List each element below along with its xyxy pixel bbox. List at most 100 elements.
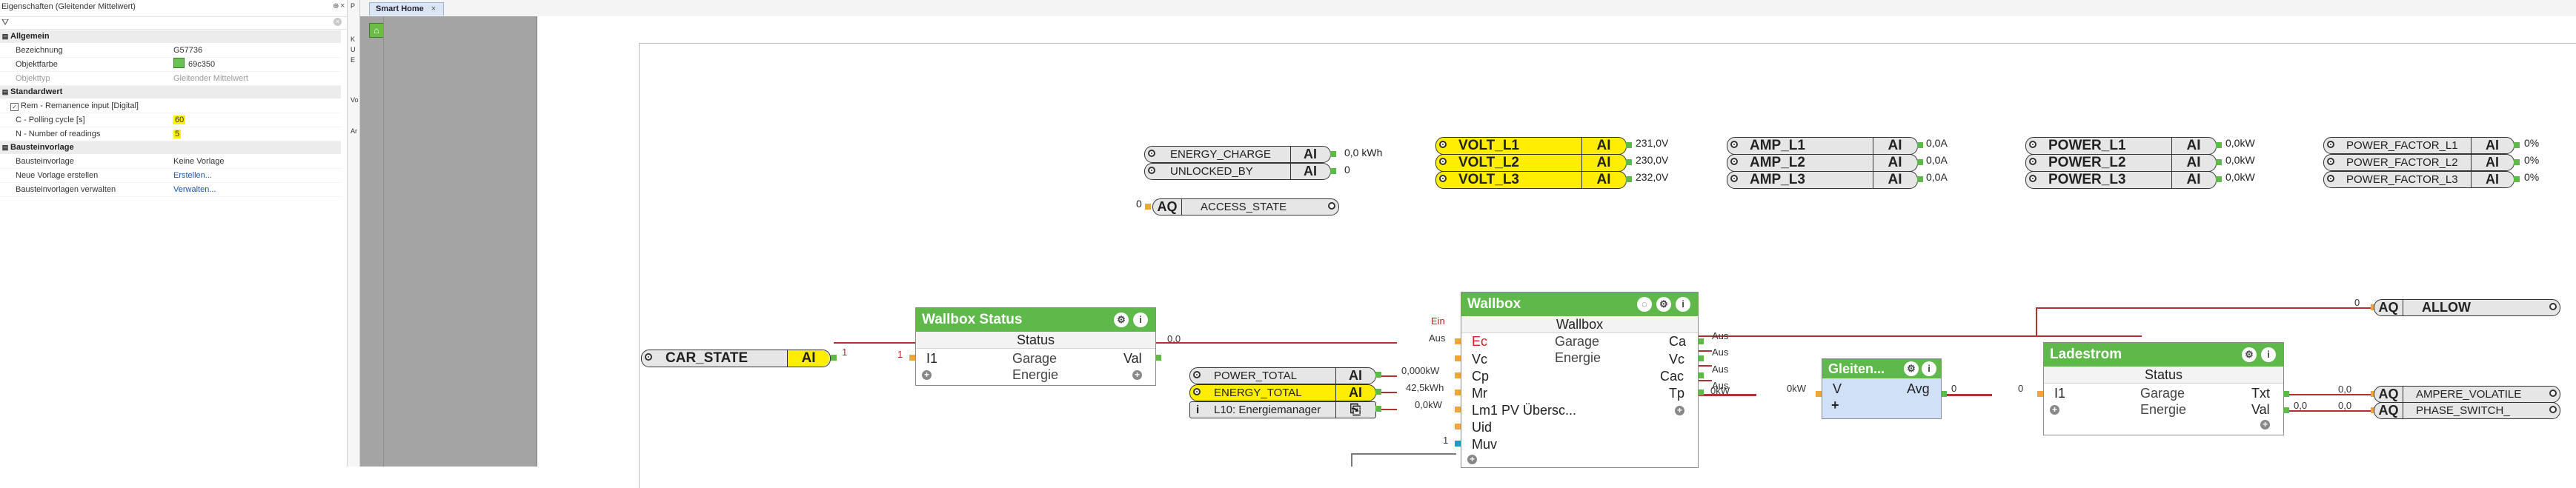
block-wallbox[interactable]: Wallbox ◌ ⚙ i Wallbox Ec Vc Cp Mr Lm1 PV…: [1461, 292, 1699, 468]
info-icon[interactable]: i: [1133, 312, 1148, 327]
input-port[interactable]: [1455, 338, 1461, 344]
output-port[interactable]: [2283, 407, 2289, 413]
output-port[interactable]: [1917, 142, 1923, 148]
output-port[interactable]: [1917, 176, 1923, 182]
strip-label[interactable]: K: [351, 36, 355, 43]
row-value[interactable]: 5: [173, 127, 182, 141]
io-amp-l3[interactable]: AMP_L3 AI: [1727, 171, 1918, 189]
output-port[interactable]: [1375, 372, 1381, 378]
input-port[interactable]: [1145, 204, 1151, 210]
output-port[interactable]: [1626, 142, 1632, 148]
io-volt-l2[interactable]: VOLT_L2 AI: [1435, 154, 1627, 172]
block-header[interactable]: Wallbox Status ⚙ i: [916, 308, 1155, 332]
clear-filter-icon[interactable]: ×: [333, 18, 342, 26]
output-port[interactable]: [1330, 168, 1336, 174]
programming-canvas[interactable]: ENERGY_CHARGE AI 0,0 kWh UNLOCKED_BY AI …: [537, 16, 2576, 488]
pin-icon[interactable]: ⊕: [333, 2, 339, 10]
add-icon[interactable]: +: [2260, 420, 2270, 429]
io-power-l2[interactable]: POWER_L2 AI: [2025, 154, 2217, 172]
row-objektfarbe[interactable]: Objektfarbe 69c350: [0, 58, 341, 72]
io-power-total[interactable]: POWER_TOTAL AI: [1189, 367, 1376, 384]
add-icon[interactable]: +: [922, 370, 932, 380]
gear-icon[interactable]: ⚙: [1656, 297, 1671, 312]
row-value[interactable]: Keine Vorlage: [173, 155, 225, 168]
close-icon[interactable]: ×: [340, 1, 345, 10]
document-icon[interactable]: ⎘: [1335, 402, 1375, 418]
circle-icon[interactable]: ◌: [1637, 297, 1652, 312]
io-power-factor-l2[interactable]: POWER_FACTOR_L2 AI: [2323, 154, 2514, 171]
block-header[interactable]: Ladestrom ⚙ i: [2044, 343, 2283, 367]
row-verwalten[interactable]: Bausteinvorlagen verwalten Verwalten...: [0, 183, 341, 197]
output-port[interactable]: [1698, 390, 1704, 395]
info-icon[interactable]: i: [1196, 402, 1199, 418]
block-ladestrom[interactable]: Ladestrom ⚙ i Status I1 Garage Energie T…: [2043, 342, 2284, 435]
row-value[interactable]: G57736: [173, 44, 202, 57]
block-wallbox-status[interactable]: Wallbox Status ⚙ i Status I1 Garage Ener…: [915, 307, 1156, 386]
gear-icon[interactable]: ⚙: [1904, 361, 1919, 376]
input-port[interactable]: [2037, 391, 2043, 397]
io-power-factor-l1[interactable]: POWER_FACTOR_L1 AI: [2323, 137, 2514, 154]
input-port[interactable]: [1816, 391, 1822, 397]
color-swatch[interactable]: [173, 58, 185, 68]
io-energy-charge[interactable]: ENERGY_CHARGE AI: [1144, 146, 1331, 163]
output-port[interactable]: [1626, 159, 1632, 165]
input-port[interactable]: [1455, 424, 1461, 429]
output-port[interactable]: [1330, 151, 1336, 157]
block-header[interactable]: Gleiten... ⚙ i: [1822, 359, 1941, 378]
info-icon[interactable]: i: [1676, 297, 1690, 312]
output-port[interactable]: [1626, 176, 1632, 182]
close-tab-icon[interactable]: ×: [431, 4, 436, 13]
block-header[interactable]: Wallbox ◌ ⚙ i: [1461, 293, 1698, 316]
tab-smart-home[interactable]: Smart Home ×: [369, 2, 445, 16]
io-phase-switch[interactable]: AQ PHASE_SWITCH_: [2374, 402, 2560, 419]
row-bezeichnung[interactable]: Bezeichnung G57736: [0, 44, 341, 58]
io-unlocked-by[interactable]: UNLOCKED_BY AI: [1144, 163, 1331, 180]
gear-icon[interactable]: ⚙: [2242, 347, 2257, 362]
output-port[interactable]: [2514, 159, 2520, 165]
output-port[interactable]: [1375, 389, 1381, 395]
io-allow[interactable]: AQ ALLOW: [2374, 299, 2560, 316]
page-nav-icon[interactable]: ⌂: [369, 23, 384, 38]
collapse-icon[interactable]: ▤: [0, 141, 10, 154]
polling-value[interactable]: 60: [173, 116, 186, 124]
input-port[interactable]: [1455, 372, 1461, 378]
collapse-icon[interactable]: ▤: [0, 30, 10, 43]
info-icon[interactable]: i: [1922, 361, 1936, 376]
row-vorlage[interactable]: Bausteinvorlage Keine Vorlage: [0, 155, 341, 169]
output-port[interactable]: [1698, 372, 1704, 378]
strip-label[interactable]: P: [351, 2, 355, 10]
collapse-icon[interactable]: ▤: [0, 86, 10, 98]
io-power-factor-l3[interactable]: POWER_FACTOR_L3 AI: [2323, 171, 2514, 188]
output-port[interactable]: [2216, 142, 2222, 148]
strip-label[interactable]: U: [351, 46, 356, 53]
output-port[interactable]: [1698, 355, 1704, 361]
input-port[interactable]: [1455, 355, 1461, 361]
color-value[interactable]: 69c350: [173, 58, 215, 71]
io-volt-l1[interactable]: VOLT_L1 AI: [1435, 137, 1627, 155]
output-port[interactable]: [1698, 338, 1704, 344]
output-port[interactable]: [831, 355, 837, 361]
io-volt-l3[interactable]: VOLT_L3 AI: [1435, 171, 1627, 189]
add-icon[interactable]: +: [1132, 370, 1142, 380]
io-energy-total[interactable]: ENERGY_TOTAL AI: [1189, 384, 1376, 401]
io-access-state[interactable]: AQ ACCESS_STATE: [1152, 198, 1339, 215]
strip-label[interactable]: E: [351, 56, 355, 64]
gear-icon[interactable]: ⚙: [1114, 312, 1129, 327]
row-readings[interactable]: N - Number of readings 5: [0, 127, 341, 141]
add-icon[interactable]: +: [2050, 405, 2059, 415]
io-power-l3[interactable]: POWER_L3 AI: [2025, 171, 2217, 189]
output-port[interactable]: [1375, 406, 1381, 412]
erstellen-link[interactable]: Erstellen...: [173, 169, 212, 182]
output-port[interactable]: [1941, 391, 1947, 397]
add-icon[interactable]: +: [1467, 455, 1477, 464]
io-energiemanager[interactable]: i L10: Energiemanager ⎘: [1189, 401, 1376, 418]
add-icon[interactable]: +: [1675, 406, 1684, 415]
io-amp-l2[interactable]: AMP_L2 AI: [1727, 154, 1918, 172]
verwalten-link[interactable]: Verwalten...: [173, 183, 216, 196]
add-icon[interactable]: +: [1831, 398, 1839, 413]
row-polling[interactable]: C - Polling cycle [s] 60: [0, 113, 341, 127]
filter-icon[interactable]: ⛛: [1, 17, 9, 28]
input-port[interactable]: [1455, 407, 1461, 412]
output-port[interactable]: [2283, 391, 2289, 397]
io-ampere-volatile[interactable]: AQ AMPERE_VOLATILE: [2374, 386, 2560, 403]
